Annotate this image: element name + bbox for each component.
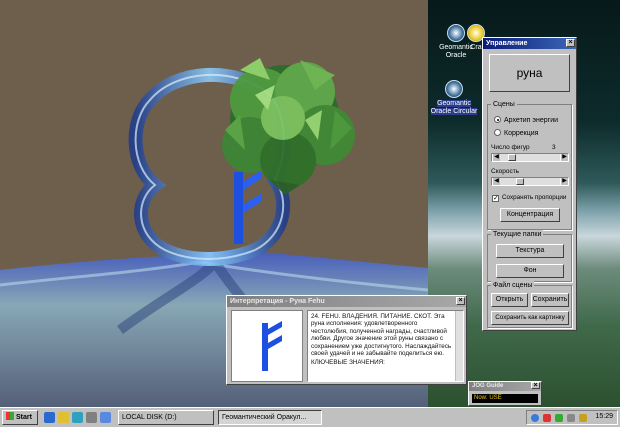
radio-selected-icon — [494, 116, 501, 123]
globe-icon — [445, 80, 463, 98]
arrow-left-icon[interactable]: ◀ — [492, 178, 500, 185]
tray-icon[interactable] — [531, 414, 539, 422]
taskbar-item-geomantic-oracle[interactable]: Геомантический Оракул... — [218, 410, 322, 425]
arrow-right-icon[interactable]: ▶ — [560, 178, 568, 185]
save-as-picture-button[interactable]: Сохранить как картинку — [491, 311, 569, 325]
taskbar: Start LOCAL DISK (D:) Геомантический Ора… — [0, 407, 620, 427]
desktop-icon-geomantic-oracle-circular[interactable]: Geomantic Oracle Circular — [426, 80, 482, 116]
taskbar-item-label: Геомантический Оракул... — [222, 414, 307, 421]
concentration-button[interactable]: Концентрация — [500, 208, 560, 222]
rune-image-panel — [231, 310, 303, 382]
background-button[interactable]: Фон — [496, 264, 564, 278]
radio-archetype[interactable]: Архетип энергии — [494, 116, 558, 125]
jog-guide-window: JOG Guide × Now: USE — [468, 381, 542, 406]
globe-icon — [447, 24, 465, 42]
shapes-slider[interactable]: ◀ ▶ — [491, 153, 569, 162]
button-label: Открыть — [495, 296, 524, 303]
open-button[interactable]: Открыть — [491, 293, 528, 307]
scenes-group: Сцены Архетип энергии Коррекция Число фи… — [487, 100, 572, 230]
keywords-label: КЛЮЧЕВЫЕ ЗНАЧЕНИЯ: — [311, 359, 385, 367]
app-icon[interactable] — [100, 412, 111, 423]
windows-logo-icon — [6, 412, 14, 420]
keep-proportions-checkbox[interactable]: ✓ Сохранять пропорции — [492, 194, 566, 202]
desktop-icon-label: Cra — [470, 44, 482, 51]
shapes-label: Число фигур — [491, 144, 530, 151]
texture-button[interactable]: Текстура — [496, 244, 564, 258]
checkmark-icon: ✓ — [492, 195, 499, 202]
browser-icon[interactable] — [44, 412, 55, 423]
speed-slider[interactable]: ◀ ▶ — [491, 177, 569, 186]
tray-icon[interactable] — [579, 414, 587, 422]
desktop-icon-label: Geomantic — [437, 100, 471, 107]
interpretation-text-area[interactable]: 24. FEHU. ВЛАДЕНИЯ. ПИТАНИЕ. СКОТ. Эта р… — [307, 310, 464, 382]
tray-icon[interactable] — [555, 414, 563, 422]
scene-file-group: Файл сцены Открыть Сохранить Сохранить к… — [487, 281, 572, 328]
control-panel-window: Управление × руна Сцены Архетип энергии … — [482, 37, 577, 331]
jog-guide-titlebar[interactable]: JOG Guide × — [469, 382, 541, 391]
close-button[interactable]: × — [566, 39, 575, 47]
desktop-icon-label: Oracle — [445, 52, 467, 59]
speed-slider-thumb[interactable] — [515, 178, 524, 185]
arrow-right-icon[interactable]: ▶ — [560, 154, 568, 161]
close-button[interactable]: × — [456, 297, 465, 305]
speed-label: Скорость — [491, 168, 520, 175]
window-title: Интерпретация - Руна Fehu — [230, 298, 325, 305]
rune-button-label: руна — [516, 66, 543, 80]
current-folders-group: Текущие папки Текстура Фон — [487, 230, 572, 282]
interpretation-text: 24. FEHU. ВЛАДЕНИЯ. ПИТАНИЕ. СКОТ. Эта р… — [311, 313, 452, 358]
radio-empty-icon — [494, 129, 501, 136]
taskbar-item-label: LOCAL DISK (D:) — [122, 414, 177, 421]
rune-fehu-3d — [234, 170, 262, 244]
arrow-left-icon[interactable]: ◀ — [492, 154, 500, 161]
interpretation-titlebar[interactable]: Интерпретация - Руна Fehu × — [227, 296, 466, 307]
desktop-icon-label: Oracle Circular — [430, 108, 478, 115]
taskbar-item-local-disk[interactable]: LOCAL DISK (D:) — [118, 410, 214, 425]
tray-icon[interactable] — [543, 414, 551, 422]
fehu-rune-icon — [262, 321, 282, 371]
checkbox-label: Сохранять пропорции — [502, 194, 567, 201]
radio-label: Коррекция — [504, 130, 539, 137]
shapes-slider-thumb[interactable] — [507, 154, 516, 161]
vertical-scrollbar[interactable] — [455, 311, 463, 381]
button-label: Концентрация — [506, 211, 554, 218]
button-label: Сохранить — [532, 296, 568, 303]
radio-correction[interactable]: Коррекция — [494, 129, 538, 138]
group-label: Текущие папки — [491, 230, 544, 239]
radio-label: Архетип энергии — [504, 117, 559, 124]
close-button[interactable]: × — [531, 382, 540, 389]
button-label: Текстура — [515, 247, 545, 254]
clock[interactable]: 15:29 — [595, 413, 613, 420]
save-button[interactable]: Сохранить — [531, 293, 569, 307]
rune-button[interactable]: руна — [489, 54, 570, 92]
system-tray: 15:29 — [526, 410, 618, 425]
start-button[interactable]: Start — [2, 410, 38, 425]
group-label: Файл сцены — [491, 281, 535, 290]
app-icon[interactable] — [86, 412, 97, 423]
control-panel-titlebar[interactable]: Управление × — [483, 38, 576, 49]
button-label: Фон — [523, 267, 537, 274]
group-label: Сцены — [491, 100, 517, 109]
jog-status: Now: USE — [472, 394, 538, 403]
window-title: JOG Guide — [472, 383, 504, 389]
shapes-value: 3 — [552, 144, 556, 151]
start-label: Start — [16, 414, 32, 421]
desktop-icon[interactable] — [72, 412, 83, 423]
folder-icon[interactable] — [58, 412, 69, 423]
button-label: Сохранить как картинку — [495, 314, 565, 321]
window-title: Управление — [486, 40, 528, 47]
volume-icon[interactable] — [567, 414, 575, 422]
interpretation-window: Интерпретация - Руна Fehu × 24. FEHU. ВЛ… — [226, 295, 467, 385]
